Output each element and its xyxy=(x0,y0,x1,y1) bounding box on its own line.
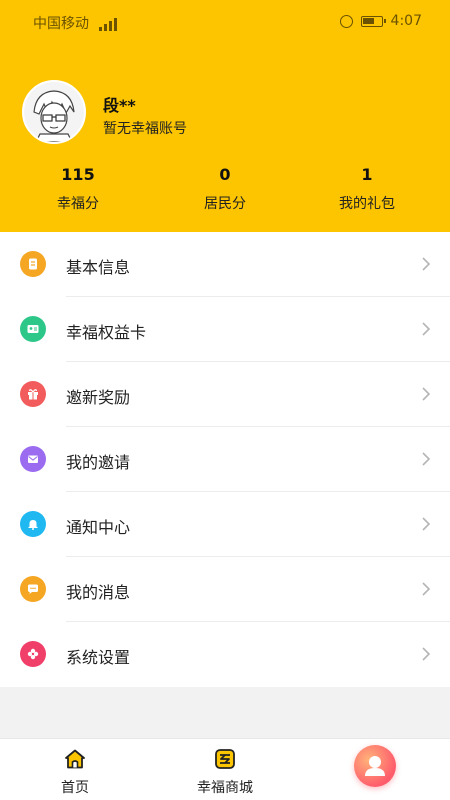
menu-item-label: 我的邀请 xyxy=(66,453,131,472)
bell-icon xyxy=(20,511,46,537)
carrier-name: 中国移动 xyxy=(33,16,89,32)
user-icon xyxy=(365,756,385,776)
nav-label: 首页 xyxy=(61,780,89,796)
signal-icon xyxy=(99,17,118,31)
nav-happiness-mall[interactable]: 幸福商城 xyxy=(150,739,300,800)
clock: 4:07 xyxy=(390,13,422,29)
account-status: 暂无幸福账号 xyxy=(103,121,187,137)
flower-settings-icon xyxy=(20,641,46,667)
mail-icon xyxy=(20,446,46,472)
stat-value: 115 xyxy=(61,165,95,184)
menu-item-happiness-card[interactable]: 幸福权益卡 xyxy=(0,297,450,362)
chevron-right-icon xyxy=(422,582,431,596)
mall-icon xyxy=(215,749,235,769)
menu-item-label: 基本信息 xyxy=(66,258,131,277)
chevron-right-icon xyxy=(422,647,431,661)
home-icon xyxy=(65,749,85,769)
chevron-right-icon xyxy=(422,452,431,466)
menu-list: 基本信息 幸福权益卡 邀新奖励 我的邀请 通知中心 我的消息 系统设置 xyxy=(0,232,450,687)
alarm-icon xyxy=(339,14,353,28)
menu-item-basic-info[interactable]: 基本信息 xyxy=(0,232,450,297)
menu-item-label: 我的消息 xyxy=(66,583,131,602)
stat-value: 0 xyxy=(219,165,231,184)
chevron-right-icon xyxy=(422,517,431,531)
nav-home[interactable]: 首页 xyxy=(0,739,150,800)
menu-item-my-invitations[interactable]: 我的邀请 xyxy=(0,427,450,492)
menu-item-label: 幸福权益卡 xyxy=(66,323,147,342)
chevron-right-icon xyxy=(422,387,431,401)
menu-item-label: 邀新奖励 xyxy=(66,388,131,407)
menu-item-label: 通知中心 xyxy=(66,518,131,537)
stat-label: 我的礼包 xyxy=(339,196,395,212)
chat-bubble-icon xyxy=(20,576,46,602)
profile-header: 中国移动 4:07 段** 暂无幸福账号 115 幸福分 0 居民分 1 我的礼… xyxy=(0,0,450,232)
menu-item-invite-reward[interactable]: 邀新奖励 xyxy=(0,362,450,427)
menu-item-notification-center[interactable]: 通知中心 xyxy=(0,492,450,557)
menu-item-my-messages[interactable]: 我的消息 xyxy=(0,557,450,622)
stat-happiness-points[interactable]: 115 幸福分 xyxy=(3,165,153,213)
battery-icon xyxy=(360,15,386,27)
gift-icon xyxy=(20,381,46,407)
menu-item-label: 系统设置 xyxy=(66,648,131,667)
stat-resident-points[interactable]: 0 居民分 xyxy=(150,165,300,213)
chevron-right-icon xyxy=(422,257,431,271)
nav-label: 幸福商城 xyxy=(197,780,253,796)
id-card-icon xyxy=(20,316,46,342)
chevron-right-icon xyxy=(422,322,431,336)
avatar-illustration xyxy=(24,82,84,142)
avatar[interactable] xyxy=(22,80,86,144)
stat-label: 幸福分 xyxy=(57,196,99,212)
stat-label: 居民分 xyxy=(204,196,246,212)
nav-me-button[interactable] xyxy=(354,745,396,787)
status-right: 4:07 xyxy=(339,13,422,29)
document-icon xyxy=(20,251,46,277)
carrier-label: 中国移动 xyxy=(33,13,118,33)
status-bar: 中国移动 4:07 xyxy=(0,0,450,42)
username: 段** xyxy=(103,96,136,115)
stat-my-gift-pack[interactable]: 1 我的礼包 xyxy=(292,165,442,213)
stat-value: 1 xyxy=(361,165,373,184)
menu-item-system-settings[interactable]: 系统设置 xyxy=(0,622,450,687)
